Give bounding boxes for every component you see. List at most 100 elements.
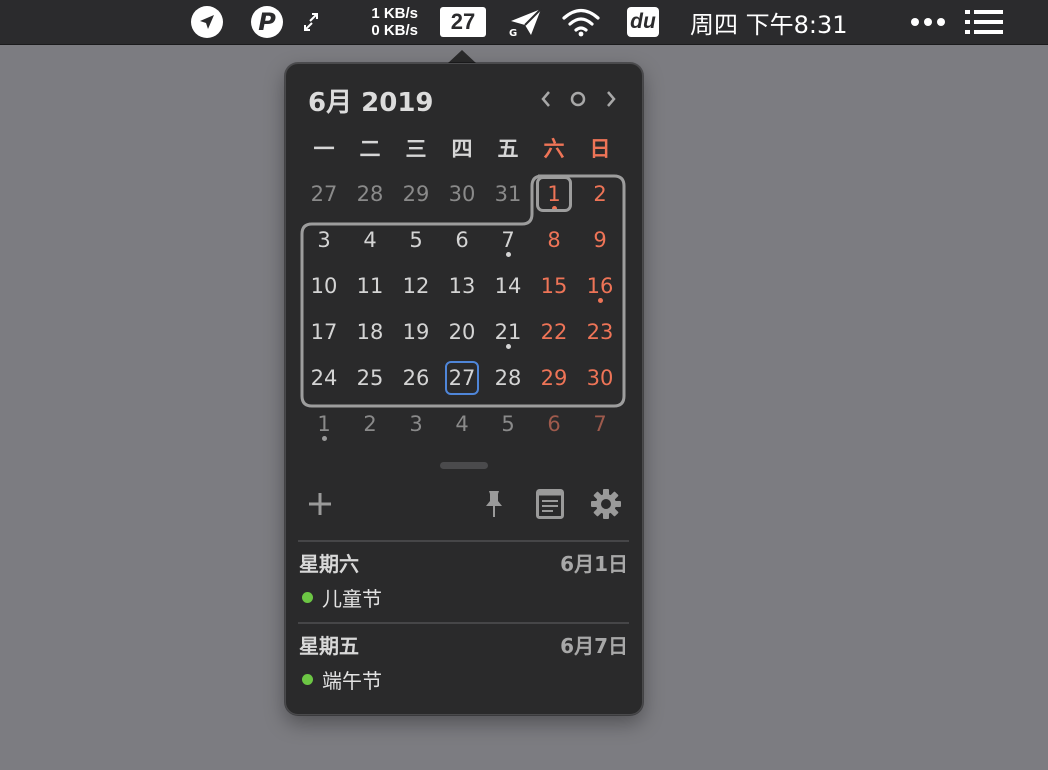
day-cell[interactable]: 13: [440, 269, 484, 303]
day-number: 29: [540, 366, 568, 390]
day-cell[interactable]: 7: [578, 407, 622, 441]
event-item[interactable]: 端午节: [302, 665, 382, 694]
sync-arrows-icon[interactable]: [300, 0, 322, 44]
day-cell[interactable]: 16: [578, 269, 622, 303]
day-number: 31: [494, 182, 522, 206]
day-number: 28: [494, 366, 522, 390]
day-number: 13: [448, 274, 476, 298]
day-number: 22: [540, 320, 568, 344]
day-cell[interactable]: 17: [302, 315, 346, 349]
event-indicator-dot: [322, 436, 327, 441]
day-cell[interactable]: 28: [348, 177, 392, 211]
parking-icon[interactable]: P: [250, 0, 284, 44]
day-cell[interactable]: 30: [440, 177, 484, 211]
day-cell[interactable]: 5: [486, 407, 530, 441]
day-number: 27: [310, 182, 338, 206]
day-number: 2: [593, 182, 607, 206]
pin-icon[interactable]: [476, 484, 512, 524]
day-number: 15: [540, 274, 568, 298]
day-cell[interactable]: 18: [348, 315, 392, 349]
day-cell[interactable]: 27: [302, 177, 346, 211]
network-speed-monitor[interactable]: 1 KB/s 0 KB/s: [340, 0, 418, 44]
menu-bar: P 1 KB/s 0 KB/s 27 G du 周四 下午8:31: [0, 0, 1048, 45]
day-cell[interactable]: 14: [486, 269, 530, 303]
day-number: 18: [356, 320, 384, 344]
day-number: 1: [317, 412, 331, 436]
agenda-list-icon[interactable]: [532, 484, 568, 524]
day-cell[interactable]: 7: [486, 223, 530, 257]
event-indicator-dot: [506, 344, 511, 349]
day-number: 12: [402, 274, 430, 298]
upload-speed: 1 KB/s: [371, 5, 418, 22]
day-cell[interactable]: 3: [394, 407, 438, 441]
day-cell[interactable]: 31: [486, 177, 530, 211]
date-badge: 27: [440, 7, 486, 37]
calendar-popover: 6月 2019 一二三四五六日 27 28 29 30 31 1 2 3 4 5 6 7 8 9 10 11 1…: [285, 63, 643, 715]
more-dots-icon[interactable]: [910, 0, 946, 44]
menu-clock[interactable]: 周四 下午8:31: [690, 0, 880, 44]
day-number: 7: [501, 228, 515, 252]
download-speed: 0 KB/s: [371, 22, 418, 39]
weekday-label: 四: [451, 137, 473, 161]
day-cell[interactable]: 15: [532, 269, 576, 303]
popover-arrow: [447, 50, 477, 64]
day-number: 7: [593, 412, 607, 436]
day-number: 30: [586, 366, 614, 390]
wifi-icon[interactable]: [560, 0, 602, 44]
day-cell[interactable]: 30: [578, 361, 622, 395]
day-cell[interactable]: 22: [532, 315, 576, 349]
weekday-label: 二: [359, 137, 381, 161]
day-cell[interactable]: 9: [578, 223, 622, 257]
day-number: 4: [455, 412, 469, 436]
day-cell[interactable]: 11: [348, 269, 392, 303]
weekday-label: 三: [405, 137, 427, 161]
calendar-menu-item[interactable]: 27: [439, 0, 487, 44]
day-cell[interactable]: 2: [348, 407, 392, 441]
day-cell[interactable]: 12: [394, 269, 438, 303]
location-icon[interactable]: [190, 0, 224, 44]
event-separator: [298, 540, 629, 542]
day-cell[interactable]: 29: [394, 177, 438, 211]
day-cell[interactable]: 3: [302, 223, 346, 257]
day-number: 6: [455, 228, 469, 252]
paper-plane-vpn-icon[interactable]: G: [505, 0, 545, 44]
day-cell[interactable]: 10: [302, 269, 346, 303]
notification-center-icon[interactable]: [964, 0, 1004, 44]
event-color-dot: [302, 592, 313, 603]
weekday-label: 一: [313, 137, 335, 161]
day-cell[interactable]: 20: [440, 315, 484, 349]
event-weekday: 星期六: [299, 552, 359, 576]
day-cell[interactable]: 29: [532, 361, 576, 395]
du-app-icon[interactable]: du: [626, 0, 660, 44]
selected-day-highlight: [536, 176, 572, 212]
day-number: 10: [310, 274, 338, 298]
day-number: 3: [409, 412, 423, 436]
event-title: 端午节: [322, 669, 382, 693]
day-cell[interactable]: 23: [578, 315, 622, 349]
day-cell[interactable]: 25: [348, 361, 392, 395]
event-weekday: 星期五: [299, 634, 359, 658]
resize-handle[interactable]: [440, 462, 488, 469]
day-cell[interactable]: 1: [302, 407, 346, 441]
day-cell[interactable]: 19: [394, 315, 438, 349]
day-cell[interactable]: 8: [532, 223, 576, 257]
settings-gear-icon[interactable]: [588, 484, 624, 524]
day-cell[interactable]: 4: [348, 223, 392, 257]
day-cell[interactable]: 6: [440, 223, 484, 257]
day-cell[interactable]: 4: [440, 407, 484, 441]
day-cell[interactable]: 5: [394, 223, 438, 257]
day-cell[interactable]: 21: [486, 315, 530, 349]
day-number: 4: [363, 228, 377, 252]
day-number: 9: [593, 228, 607, 252]
add-event-button[interactable]: [302, 484, 338, 524]
event-item[interactable]: 儿童节: [302, 583, 382, 612]
day-cell[interactable]: 2: [578, 177, 622, 211]
day-cell[interactable]: 24: [302, 361, 346, 395]
day-cell[interactable]: 28: [486, 361, 530, 395]
day-cell[interactable]: 6: [532, 407, 576, 441]
day-number: 17: [310, 320, 338, 344]
day-cell[interactable]: 26: [394, 361, 438, 395]
day-number: 5: [501, 412, 515, 436]
day-number: 6: [547, 412, 561, 436]
day-number: 28: [356, 182, 384, 206]
